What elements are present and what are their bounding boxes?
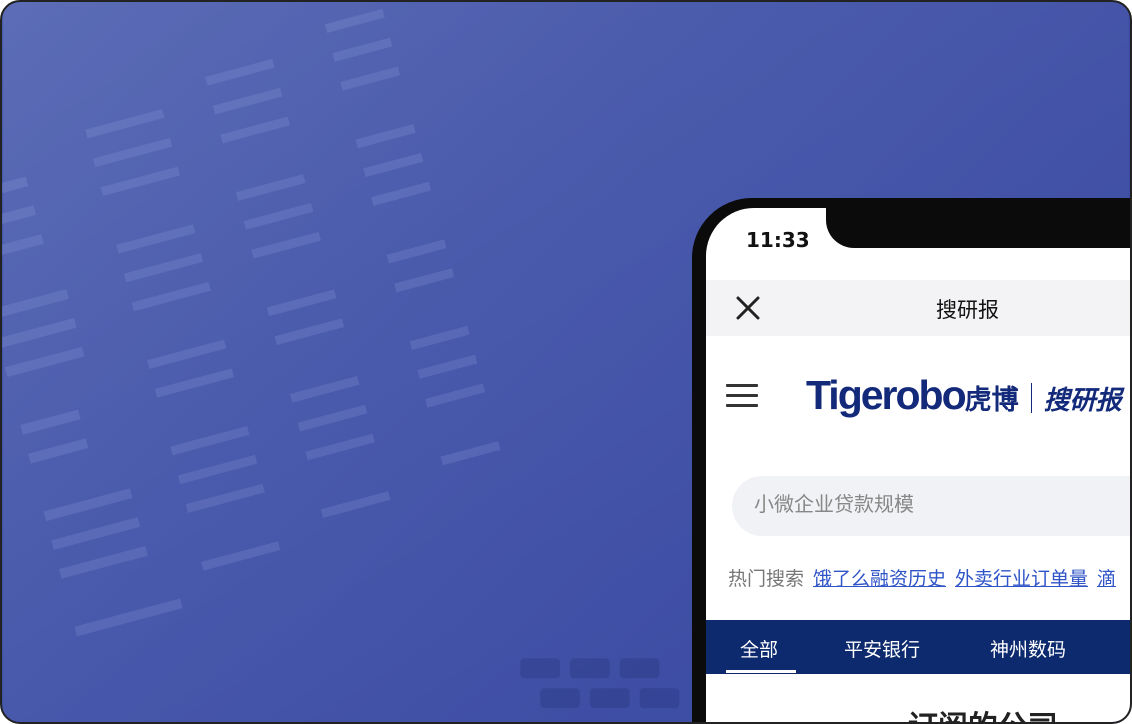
close-button[interactable] [732, 292, 764, 324]
phone-notch [826, 208, 1130, 248]
logo: Tigerobo虎博 搜研报 [806, 372, 1122, 419]
search-bar[interactable] [732, 476, 1130, 536]
active-tab-indicator [726, 670, 796, 673]
hot-searches: 热门搜索 饿了么融资历史 外卖行业订单量滴 [728, 564, 1116, 591]
logo-text-cn: 虎博 [964, 385, 1019, 416]
logo-divider [1030, 383, 1032, 413]
hot-searches-label: 热门搜索 [728, 568, 805, 590]
hot-search-link[interactable]: 饿了么融资历史 [813, 568, 946, 590]
logo-subtitle: 搜研报 [1043, 386, 1122, 416]
menu-button[interactable] [726, 384, 758, 414]
app-header: Tigerobo虎博 搜研报 [706, 336, 1130, 456]
page-title: 搜研报 [936, 298, 999, 322]
navbar: 搜研报 [706, 280, 1130, 336]
close-icon [736, 296, 760, 320]
section-title: · 订阅的公司 · [886, 702, 1080, 722]
search-input[interactable] [754, 492, 1130, 516]
tab-digital-china[interactable]: 神州数码 [990, 635, 1066, 662]
phone-mockup: 11:33 搜研报 Tigerobo虎博 搜研报 小微企业贷款规模 热门搜索 饿… [692, 198, 1130, 722]
hamburger-icon [726, 384, 758, 407]
phone-screen: 11:33 搜研报 Tigerobo虎博 搜研报 小微企业贷款规模 热门搜索 饿… [706, 208, 1130, 722]
hot-search-link[interactable]: 外卖行业订单量 [955, 568, 1088, 590]
tab-bar: 全部 平安银行 神州数码 [706, 620, 1130, 674]
app-frame: 11:33 搜研报 Tigerobo虎博 搜研报 小微企业贷款规模 热门搜索 饿… [0, 0, 1132, 724]
tab-pingan-bank[interactable]: 平安银行 [844, 635, 920, 662]
hot-search-link[interactable]: 滴 [1097, 568, 1116, 590]
tab-all[interactable]: 全部 [740, 635, 778, 662]
logo-text-en: Tigerobo [806, 372, 967, 418]
status-time: 11:33 [746, 228, 810, 252]
